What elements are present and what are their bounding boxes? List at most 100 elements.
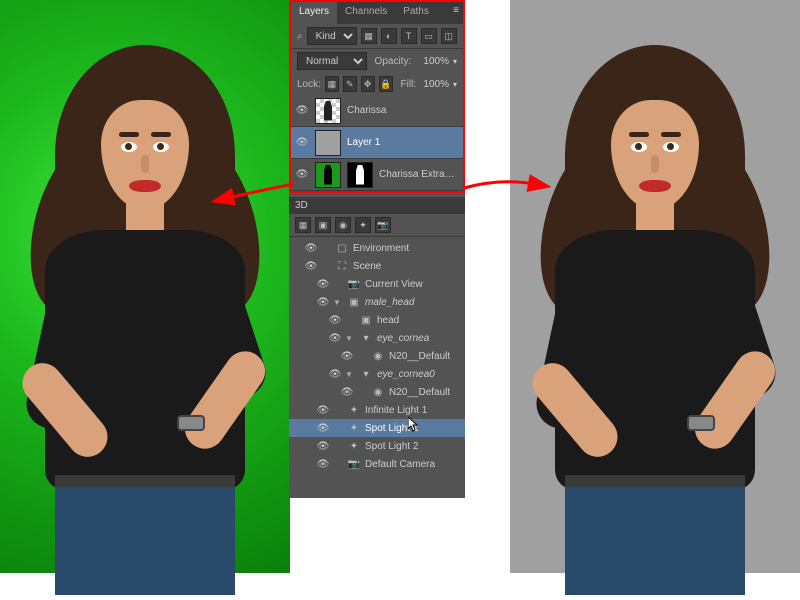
node-label: Environment: [353, 243, 409, 254]
3d-node-environment[interactable]: 👁 ▢ Environment: [289, 239, 465, 257]
node-label: eye_cornea0: [377, 369, 435, 380]
visibility-eye-icon[interactable]: 👁: [329, 313, 341, 327]
node-label: N20__Default: [389, 351, 450, 362]
layer-layer1[interactable]: 👁 Layer 1: [291, 127, 463, 159]
lock-label: Lock:: [297, 79, 321, 90]
mesh-icon: ▣: [359, 314, 373, 326]
lock-trans-icon[interactable]: ▦: [325, 76, 339, 92]
3d-node-eye-cornea[interactable]: 👁▼▾eye_cornea: [289, 329, 465, 347]
3d-node-current-view[interactable]: 👁 📷 Current View: [289, 275, 465, 293]
visibility-eye-icon[interactable]: 👁: [295, 136, 309, 150]
layer-name[interactable]: Layer 1: [347, 137, 459, 148]
light-icon: ✦: [347, 440, 361, 452]
light-icon: ✦: [347, 404, 361, 416]
3d-node-infinite-light-1[interactable]: 👁 ✦ Infinite Light 1: [289, 401, 465, 419]
3d-node-eye-cornea0[interactable]: 👁▼▾eye_cornea0: [289, 365, 465, 383]
tab-layers[interactable]: Layers: [291, 2, 337, 24]
layer-thumbnail[interactable]: [315, 98, 341, 124]
node-label: Default Camera: [365, 459, 435, 470]
3d-filter-camera-icon[interactable]: 📷: [375, 217, 391, 233]
node-label: Current View: [365, 279, 423, 290]
layer-list: 👁 Charissa 👁 Layer 1 👁 Charissa Extracte…: [291, 95, 463, 191]
node-label: Spot Light 2: [365, 441, 418, 452]
visibility-eye-icon[interactable]: 👁: [295, 104, 309, 118]
layer-filter-row: ⌕ Kind ▦ ◐ T ▭ ◫: [291, 24, 463, 49]
3d-filter-light-icon[interactable]: ✦: [355, 217, 371, 233]
layer-thumbnail[interactable]: [315, 162, 341, 188]
3d-node-spot-light-2[interactable]: 👁 ✦ Spot Light 2: [289, 437, 465, 455]
node-label: eye_cornea: [377, 333, 429, 344]
twisty-icon[interactable]: ▼: [345, 370, 355, 379]
3d-filter-material-icon[interactable]: ◉: [335, 217, 351, 233]
twisty-icon[interactable]: ▼: [333, 298, 343, 307]
3d-filter-toolbar: ▦ ▣ ◉ ✦ 📷: [289, 214, 465, 237]
twisty-icon[interactable]: ▼: [345, 334, 355, 343]
3d-node-n20-default[interactable]: 👁 ◉ N20__Default: [289, 347, 465, 365]
visibility-eye-icon[interactable]: 👁: [329, 367, 341, 381]
visibility-eye-icon[interactable]: 👁: [329, 331, 341, 345]
camera-icon: 📷: [347, 278, 361, 290]
visibility-eye-icon[interactable]: 👁: [341, 385, 353, 399]
layer-name[interactable]: Charissa Extracted: [379, 169, 459, 180]
filter-smart-icon[interactable]: ◫: [441, 28, 457, 44]
panel-tabs: Layers Channels Paths: [291, 2, 463, 24]
picture-icon: ▢: [335, 242, 349, 254]
filter-pixel-icon[interactable]: ▦: [361, 28, 377, 44]
filter-type-icon[interactable]: T: [401, 28, 417, 44]
opacity-value[interactable]: 100%: [415, 56, 449, 67]
3d-node-head[interactable]: 👁 ▣ head: [289, 311, 465, 329]
photo-before-greenscreen: [0, 0, 290, 573]
visibility-eye-icon[interactable]: 👁: [305, 259, 317, 273]
3d-panel: 3D ▦ ▣ ◉ ✦ 📷 👁▢Environment👁⛶Scene👁📷Curre…: [289, 197, 465, 475]
visibility-eye-icon[interactable]: 👁: [317, 277, 329, 291]
3d-filter-mesh-icon[interactable]: ▣: [315, 217, 331, 233]
3d-node-default-camera[interactable]: 👁 📷 Default Camera: [289, 455, 465, 473]
lock-brush-icon[interactable]: ✎: [343, 76, 357, 92]
blend-mode-select[interactable]: Normal: [297, 52, 367, 70]
filter-kind-select[interactable]: Kind: [307, 27, 357, 45]
chevron-down-icon[interactable]: ▾: [453, 80, 457, 89]
material-icon: ◉: [371, 386, 385, 398]
node-label: N20__Default: [389, 387, 450, 398]
3d-filter-scene-icon[interactable]: ▦: [295, 217, 311, 233]
lock-move-icon[interactable]: ✥: [361, 76, 375, 92]
fill-label: Fill:: [401, 79, 417, 90]
lock-all-icon[interactable]: 🔒: [379, 76, 393, 92]
visibility-eye-icon[interactable]: 👁: [317, 439, 329, 453]
panel-menu-icon[interactable]: ≡: [453, 5, 459, 16]
layer-mask-thumbnail[interactable]: [347, 162, 373, 188]
visibility-eye-icon[interactable]: 👁: [317, 295, 329, 309]
3d-node-n20-default[interactable]: 👁 ◉ N20__Default: [289, 383, 465, 401]
3d-node-spot-light-1[interactable]: 👁✦Spot Light 1: [289, 419, 465, 437]
3d-panel-title[interactable]: 3D: [289, 197, 465, 214]
filter-shape-icon[interactable]: ▭: [421, 28, 437, 44]
node-label: male_head: [365, 297, 414, 308]
3d-node-scene[interactable]: 👁⛶Scene: [289, 257, 465, 275]
visibility-eye-icon[interactable]: 👁: [341, 349, 353, 363]
visibility-eye-icon[interactable]: 👁: [305, 241, 317, 255]
fill-value[interactable]: 100%: [420, 79, 449, 90]
visibility-eye-icon[interactable]: 👁: [317, 457, 329, 471]
filter-adjust-icon[interactable]: ◐: [381, 28, 397, 44]
scene-icon: ⛶: [335, 260, 349, 272]
tab-paths[interactable]: Paths: [395, 2, 437, 24]
material-icon: ◉: [371, 350, 385, 362]
photoshop-panels: ≡ Layers Channels Paths ⌕ Kind ▦ ◐ T ▭ ◫…: [289, 0, 465, 498]
layer-charissa-extracted[interactable]: 👁 Charissa Extracted: [291, 159, 463, 191]
layer-name[interactable]: Charissa: [347, 105, 459, 116]
chevron-down-icon[interactable]: ▾: [453, 57, 457, 66]
3d-node-male-head[interactable]: 👁▼▣male_head: [289, 293, 465, 311]
visibility-eye-icon[interactable]: 👁: [295, 168, 309, 182]
subject-woman: [30, 45, 260, 565]
subject-woman: [540, 45, 770, 565]
tab-channels[interactable]: Channels: [337, 2, 395, 24]
layer-thumbnail[interactable]: [315, 130, 341, 156]
visibility-eye-icon[interactable]: 👁: [317, 403, 329, 417]
node-label: head: [377, 315, 399, 326]
layer-charissa[interactable]: 👁 Charissa: [291, 95, 463, 127]
search-icon: ⌕: [297, 31, 303, 42]
camera-icon: 📷: [347, 458, 361, 470]
node-label: Infinite Light 1: [365, 405, 427, 416]
opacity-label: Opacity:: [375, 56, 412, 67]
visibility-eye-icon[interactable]: 👁: [317, 421, 329, 435]
